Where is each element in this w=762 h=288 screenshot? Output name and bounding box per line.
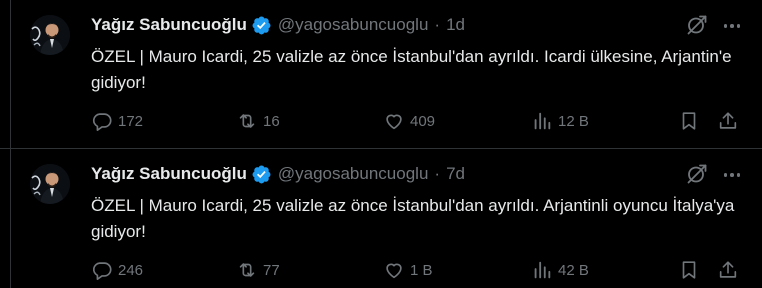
tweet-actions: 172 16 409 12 B — [91, 109, 751, 133]
tweet-text: ÖZEL | Mauro Icardi, 25 valizle az önce … — [91, 47, 732, 92]
more-options-icon[interactable] — [721, 164, 743, 186]
retweet-icon — [239, 263, 255, 277]
avatar[interactable] — [30, 164, 70, 204]
tweet-header: Yağız Sabuncuoğlu @yagosabuncuoglu · 1d — [91, 14, 465, 36]
author-handle[interactable]: @yagosabuncuoglu — [278, 15, 429, 35]
reply-button[interactable]: 246 — [91, 258, 143, 282]
share-icon — [719, 112, 737, 129]
avatar-image — [30, 15, 70, 55]
bookmark-icon — [682, 261, 696, 279]
tweet-header: Yağız Sabuncuoğlu @yagosabuncuoglu · 7d — [91, 163, 465, 185]
author-handle[interactable]: @yagosabuncuoglu — [278, 164, 429, 184]
retweet-button[interactable]: 77 — [236, 258, 280, 282]
tweet-actions: 246 77 1 B 42 B — [91, 258, 751, 282]
bookmark-icon — [682, 112, 696, 130]
retweet-count: 16 — [263, 112, 280, 130]
verified-badge-icon — [251, 15, 272, 36]
reply-count: 172 — [118, 112, 144, 130]
retweet-button[interactable]: 16 — [236, 109, 280, 133]
like-button[interactable]: 409 — [383, 109, 435, 133]
views-count: 42 B — [558, 261, 589, 279]
reply-button[interactable]: 172 — [91, 109, 143, 133]
retweet-count: 77 — [263, 261, 280, 279]
avatar-image — [30, 164, 70, 204]
reply-icon — [93, 262, 112, 280]
tweet[interactable]: Yağız Sabuncuoğlu @yagosabuncuoglu · 7d … — [0, 149, 762, 288]
tweet[interactable]: Yağız Sabuncuoğlu @yagosabuncuoglu · 1d … — [0, 0, 762, 148]
tweet-text: ÖZEL | Mauro Icardi, 25 valizle az önce … — [91, 196, 735, 241]
grok-icon[interactable] — [685, 162, 709, 186]
dot-separator: · — [434, 15, 441, 34]
views-icon — [534, 112, 551, 130]
retweet-icon — [239, 114, 255, 128]
like-icon — [386, 114, 402, 130]
share-button[interactable] — [717, 109, 739, 133]
timestamp[interactable]: 1d — [446, 15, 465, 35]
reply-count: 246 — [118, 261, 144, 279]
views-count: 12 B — [558, 112, 589, 130]
like-icon — [386, 263, 402, 279]
like-count: 409 — [410, 112, 436, 130]
dot-separator: · — [434, 164, 441, 183]
like-button[interactable]: 1 B — [383, 258, 433, 282]
author-name[interactable]: Yağız Sabuncuoğlu — [91, 15, 247, 35]
timeline-feed: Yağız Sabuncuoğlu @yagosabuncuoglu · 1d … — [0, 0, 762, 288]
bookmark-button[interactable] — [678, 258, 700, 282]
avatar[interactable] — [30, 15, 70, 55]
bookmark-button[interactable] — [678, 109, 700, 133]
more-options-icon[interactable] — [721, 15, 743, 37]
like-count: 1 B — [410, 261, 433, 279]
views-button[interactable]: 42 B — [531, 258, 589, 282]
reply-icon — [93, 113, 112, 131]
share-button[interactable] — [717, 258, 739, 282]
views-button[interactable]: 12 B — [531, 109, 589, 133]
verified-badge-icon — [251, 164, 272, 185]
views-icon — [534, 261, 551, 279]
grok-icon[interactable] — [685, 13, 709, 37]
author-name[interactable]: Yağız Sabuncuoğlu — [91, 164, 247, 184]
timestamp[interactable]: 7d — [446, 164, 465, 184]
share-icon — [719, 261, 737, 278]
